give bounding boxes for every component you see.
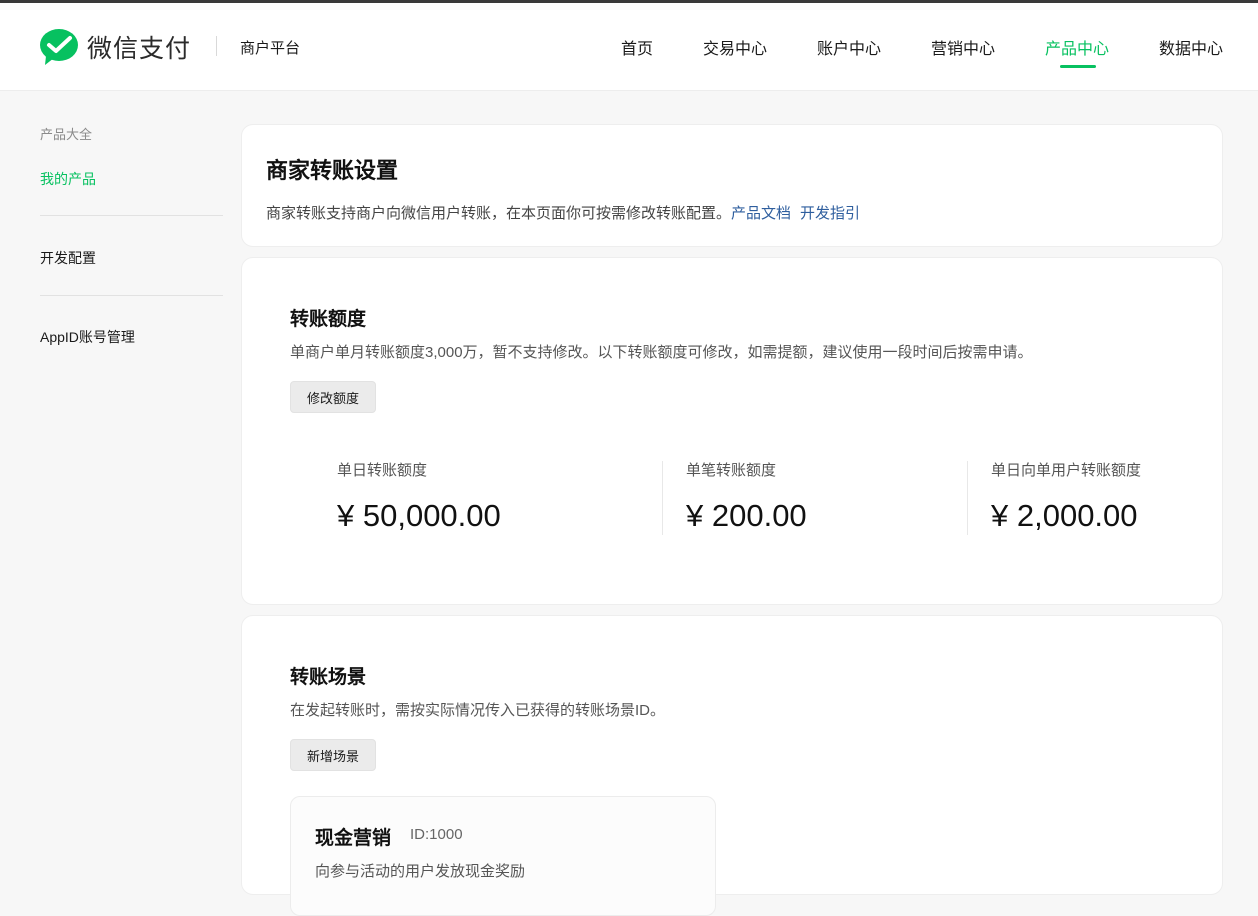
- sidebar-divider: [40, 215, 223, 216]
- stat-value: ¥ 200.00: [686, 498, 807, 533]
- modify-quota-button[interactable]: 修改额度: [290, 381, 377, 413]
- main-nav: 首页 交易中心 账户中心 营销中心 产品中心 数据中心: [0, 3, 1258, 91]
- sidebar-item-dev-config[interactable]: 开发配置: [40, 248, 96, 268]
- scenes-title: 转账场景: [290, 667, 367, 688]
- scene-id: ID:1000: [410, 826, 463, 843]
- sidebar-divider: [40, 295, 223, 296]
- transfer-scenes-card: 转账场景 在发起转账时，需按实际情况传入已获得的转账场景ID。 新增场景 现金营…: [241, 615, 1223, 916]
- nav-home[interactable]: 首页: [621, 35, 653, 59]
- scenes-description: 在发起转账时，需按实际情况传入已获得的转账场景ID。: [290, 702, 666, 719]
- page-description-line: 商家转账支持商户向微信用户转账，在本页面你可按需修改转账配置。产品文档 开发指引: [266, 202, 860, 223]
- stat-value: ¥ 2,000.00: [991, 498, 1138, 533]
- stat-daily-per-user-quota: 单日向单用户转账额度 ¥ 2,000.00: [991, 459, 1141, 534]
- sidebar-category: 产品大全: [40, 127, 93, 142]
- page-title: 商家转账设置: [266, 158, 399, 183]
- quota-description: 单商户单月转账额度3,000万，暂不支持修改。以下转账额度可修改，如需提额，建议…: [290, 344, 1033, 361]
- stat-label: 单日转账额度: [337, 462, 428, 479]
- add-scene-button[interactable]: 新增场景: [290, 739, 377, 771]
- stat-label: 单笔转账额度: [686, 462, 777, 479]
- stat-divider: [662, 461, 663, 535]
- sidebar-item-appid-management[interactable]: AppID账号管理: [40, 327, 135, 347]
- product-docs-link[interactable]: 产品文档: [731, 205, 791, 222]
- scene-card-cash-marketing[interactable]: 现金营销 ID:1000 向参与活动的用户发放现金奖励: [290, 796, 716, 916]
- transfer-quota-card: 转账额度 单商户单月转账额度3,000万，暂不支持修改。以下转账额度可修改，如需…: [241, 257, 1223, 605]
- stat-label: 单日向单用户转账额度: [991, 462, 1142, 479]
- stat-divider: [967, 461, 968, 535]
- top-header: 微信支付 商户平台 首页 交易中心 账户中心 营销中心 产品中心 数据中心: [0, 3, 1258, 91]
- dev-guide-link[interactable]: 开发指引: [800, 205, 860, 222]
- nav-active-indicator: [1060, 65, 1096, 68]
- nav-data-center[interactable]: 数据中心: [1159, 35, 1223, 59]
- page-header-card: 商家转账设置 商家转账支持商户向微信用户转账，在本页面你可按需修改转账配置。产品…: [241, 124, 1223, 247]
- sidebar-item-my-products[interactable]: 我的产品: [40, 169, 96, 189]
- scene-name: 现金营销: [315, 828, 392, 849]
- page-description: 商家转账支持商户向微信用户转账，在本页面你可按需修改转账配置。: [266, 205, 732, 222]
- nav-product-center[interactable]: 产品中心: [1045, 35, 1109, 59]
- nav-trade-center[interactable]: 交易中心: [703, 35, 767, 59]
- stat-single-transfer-quota: 单笔转账额度 ¥ 200.00: [686, 459, 807, 534]
- sidebar: 产品大全 我的产品 开发配置 AppID账号管理: [0, 91, 240, 878]
- quota-title: 转账额度: [290, 309, 367, 330]
- stat-value: ¥ 50,000.00: [337, 498, 501, 533]
- nav-account-center[interactable]: 账户中心: [817, 35, 881, 59]
- stat-daily-quota: 单日转账额度 ¥ 50,000.00: [337, 459, 501, 534]
- nav-marketing-center[interactable]: 营销中心: [931, 35, 995, 59]
